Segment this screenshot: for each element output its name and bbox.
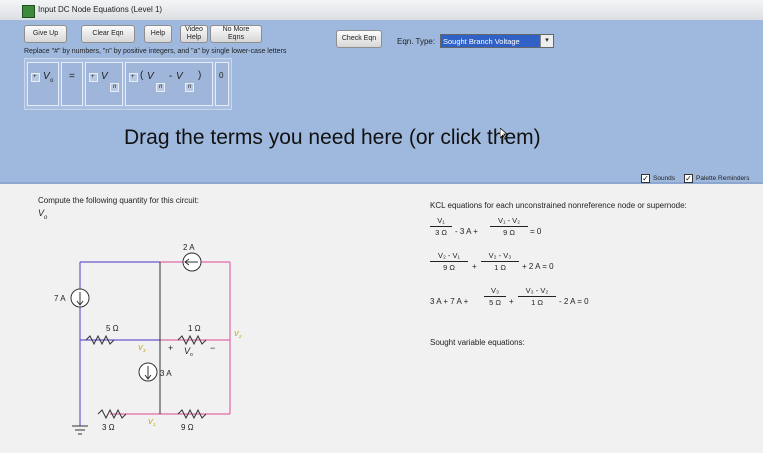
no-more-label-2: Eqns xyxy=(228,34,244,41)
compute-label: Compute the following quantity for this … xyxy=(38,196,199,205)
zero-term: 0 xyxy=(219,71,224,80)
eq2-term1: V₂ - V₁ 9 Ω xyxy=(430,251,468,272)
chip-plus: + xyxy=(31,73,40,82)
palette-term-plus-diff[interactable]: + ( V n - V n ) xyxy=(125,62,213,106)
chip-plus: + xyxy=(89,73,98,82)
node-v2-sub: 2 xyxy=(238,334,242,339)
eq1-term2: V₁ - V₂ 9 Ω xyxy=(490,216,528,237)
no-more-label-1: No More xyxy=(222,26,250,33)
no-more-eqns-button[interactable]: No More Eqns xyxy=(210,25,262,43)
term-v-b: V xyxy=(176,71,183,82)
eq3-term2: V₃ - V₂ 1 Ω xyxy=(518,286,556,307)
drop-zone-prompt[interactable]: Drag the terms you need here (or click t… xyxy=(124,126,541,150)
source-7a-label: 7 A xyxy=(54,294,66,303)
palette-reminders-label: Palette Reminders xyxy=(696,175,750,182)
term-v: V xyxy=(101,71,108,82)
term-v: V xyxy=(43,71,50,82)
window-titlebar: Input DC Node Equations (Level 1) xyxy=(0,0,763,21)
kcl-title: KCL equations for each unconstrained non… xyxy=(430,201,687,210)
sought-quantity-sub: o xyxy=(44,214,48,221)
r1-label: 1 Ω xyxy=(188,324,201,333)
open-paren: ( xyxy=(140,70,144,81)
mouse-cursor-icon xyxy=(500,128,508,140)
chip-n-b: n xyxy=(185,83,194,92)
eqn-type-select[interactable]: Sought Branch Voltage ▾ xyxy=(440,34,554,48)
node-v1-sub: 1 xyxy=(153,422,156,427)
palette-term-equals[interactable]: = xyxy=(61,62,83,106)
eq1-term1: V₁ 3 Ω xyxy=(430,216,452,237)
vo-sub: o xyxy=(190,352,193,358)
palette-term-plus-vo[interactable]: + V o xyxy=(27,62,59,106)
app-icon xyxy=(22,5,35,18)
minus-sign: - xyxy=(169,71,173,82)
term-v-sub: o xyxy=(50,78,54,84)
replace-instructions: Replace "#" by numbers, "n" by positive … xyxy=(24,48,287,55)
eq1-middle: - 3 A + xyxy=(455,227,478,236)
give-up-button[interactable]: Give Up xyxy=(24,25,67,43)
palette-reminders-checkbox[interactable]: ✓ xyxy=(684,174,693,183)
sounds-label: Sounds xyxy=(653,175,676,182)
eq1-end: = 0 xyxy=(530,227,542,236)
eq2-term2: V₂ - V₃ 1 Ω xyxy=(481,251,519,272)
source-3a-label: 3 A xyxy=(160,369,172,378)
circuit-wires-left xyxy=(79,261,160,426)
close-paren: ) xyxy=(198,70,202,81)
eq2-end: + 2 A = 0 xyxy=(522,262,554,271)
eq3-middle: + xyxy=(509,297,514,306)
vo-minus: − xyxy=(210,343,215,353)
eq3-term1: V₃ 5 Ω xyxy=(484,286,506,307)
sought-quantity: Vo xyxy=(38,208,47,221)
window-title: Input DC Node Equations (Level 1) xyxy=(38,5,163,14)
chip-plus: + xyxy=(129,73,138,82)
eq2-middle: + xyxy=(472,262,477,271)
sought-equations-title: Sought variable equations: xyxy=(430,338,525,347)
eq3-end: - 2 A = 0 xyxy=(559,297,589,306)
circuit-diagram: 2 A 7 A 3 A 5 Ω 1 Ω 3 Ω 9 Ω + − V o V 3 … xyxy=(54,243,242,435)
clear-eqn-button[interactable]: Clear Eqn xyxy=(81,25,135,43)
term-v-a: V xyxy=(147,71,154,82)
chevron-down-icon[interactable]: ▾ xyxy=(540,35,553,47)
circuit-wires-right xyxy=(110,261,231,415)
node-v3-sub: 3 xyxy=(143,348,146,353)
sounds-checkbox[interactable]: ✓ xyxy=(641,174,650,183)
eq3-prefix: 3 A + 7 A + xyxy=(430,297,469,306)
help-button[interactable]: Help xyxy=(144,25,172,43)
equals-sign: = xyxy=(69,71,75,82)
eqn-type-label: Eqn. Type: xyxy=(397,37,436,46)
video-help-label-1: Video xyxy=(185,26,203,33)
chip-n-a: n xyxy=(156,83,165,92)
video-help-button[interactable]: Video Help xyxy=(180,25,208,43)
r9-label: 9 Ω xyxy=(181,423,194,432)
eqn-type-value: Sought Branch Voltage xyxy=(443,37,520,46)
r5-label: 5 Ω xyxy=(106,324,119,333)
check-eqn-button[interactable]: Check Eqn xyxy=(336,30,382,48)
palette-term-plus-vn[interactable]: + V n xyxy=(85,62,123,106)
circuit-components xyxy=(70,252,207,435)
source-2a-label: 2 A xyxy=(183,243,195,252)
chip-n: n xyxy=(110,83,119,92)
palette-term-zero[interactable]: 0 xyxy=(215,62,229,106)
video-help-label-2: Help xyxy=(186,34,202,41)
term-palette: + V o = + V n + ( V n - V n ) 0 xyxy=(24,58,232,110)
r3-label: 3 Ω xyxy=(102,423,115,432)
vo-plus: + xyxy=(168,343,173,353)
